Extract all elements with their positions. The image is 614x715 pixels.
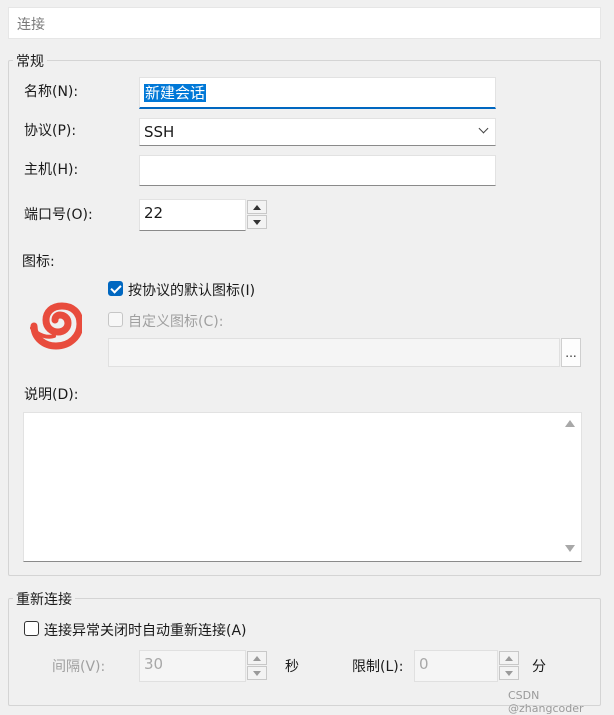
custom-icon-path-field[interactable]: [108, 338, 560, 367]
general-group-title: 常规: [13, 51, 47, 71]
reconnect-group-title: 重新连接: [13, 589, 75, 609]
spin-down-icon: [253, 219, 261, 225]
interval-unit: 秒: [285, 659, 299, 675]
interval-field[interactable]: 30: [139, 650, 246, 682]
interval-label: 间隔(V):: [52, 659, 106, 675]
section-title: 连接: [17, 17, 45, 33]
name-label: 名称(N):: [24, 84, 79, 100]
section-header: 连接: [8, 7, 601, 39]
protocol-select-value: SSH: [144, 123, 175, 141]
browse-button-label: ...: [565, 345, 577, 360]
port-field[interactable]: 22: [139, 199, 246, 231]
port-label: 端口号(O):: [24, 207, 93, 223]
limit-spin-up-button[interactable]: [499, 651, 519, 665]
port-field-value: 22: [144, 204, 164, 222]
auto-reconnect-checkbox[interactable]: [24, 621, 39, 636]
spin-up-icon: [253, 204, 261, 210]
default-icon-label[interactable]: 按协议的默认图标(I): [128, 280, 255, 300]
description-textarea[interactable]: [23, 412, 582, 562]
xshell-swirl-icon: [30, 302, 82, 350]
limit-spin-down-button[interactable]: [499, 666, 519, 680]
limit-value: 0: [419, 655, 429, 673]
custom-icon-checkbox[interactable]: [108, 312, 123, 327]
interval-spin-up-button[interactable]: [247, 651, 267, 665]
name-field-value: 新建会话: [144, 84, 207, 102]
host-field[interactable]: [139, 155, 496, 186]
custom-icon-label[interactable]: 自定义图标(C):: [128, 311, 223, 331]
spin-down-icon: [505, 670, 513, 676]
spin-up-icon: [505, 655, 513, 661]
limit-unit: 分: [532, 659, 546, 675]
interval-value: 30: [144, 655, 164, 673]
spin-up-icon: [253, 655, 261, 661]
protocol-label: 协议(P):: [24, 123, 77, 139]
host-label: 主机(H):: [24, 162, 79, 178]
browse-button[interactable]: ...: [561, 338, 581, 367]
port-spin-down-button[interactable]: [247, 215, 267, 229]
auto-reconnect-label[interactable]: 连接异常关闭时自动重新连接(A): [44, 620, 247, 640]
icon-label: 图标:: [22, 254, 55, 270]
scroll-up-icon[interactable]: [565, 420, 575, 427]
watermark: CSDN @zhangcoder: [508, 689, 584, 715]
scroll-down-icon[interactable]: [565, 545, 575, 552]
name-field[interactable]: 新建会话: [139, 77, 496, 109]
description-label: 说明(D):: [24, 387, 79, 403]
spin-down-icon: [253, 670, 261, 676]
protocol-select[interactable]: SSH: [139, 118, 496, 146]
interval-spin-down-button[interactable]: [247, 666, 267, 680]
limit-label: 限制(L):: [352, 659, 404, 675]
limit-field[interactable]: 0: [414, 650, 498, 682]
port-spin-up-button[interactable]: [247, 200, 267, 214]
default-icon-checkbox[interactable]: [108, 281, 123, 296]
checkmark-icon: [109, 281, 122, 294]
